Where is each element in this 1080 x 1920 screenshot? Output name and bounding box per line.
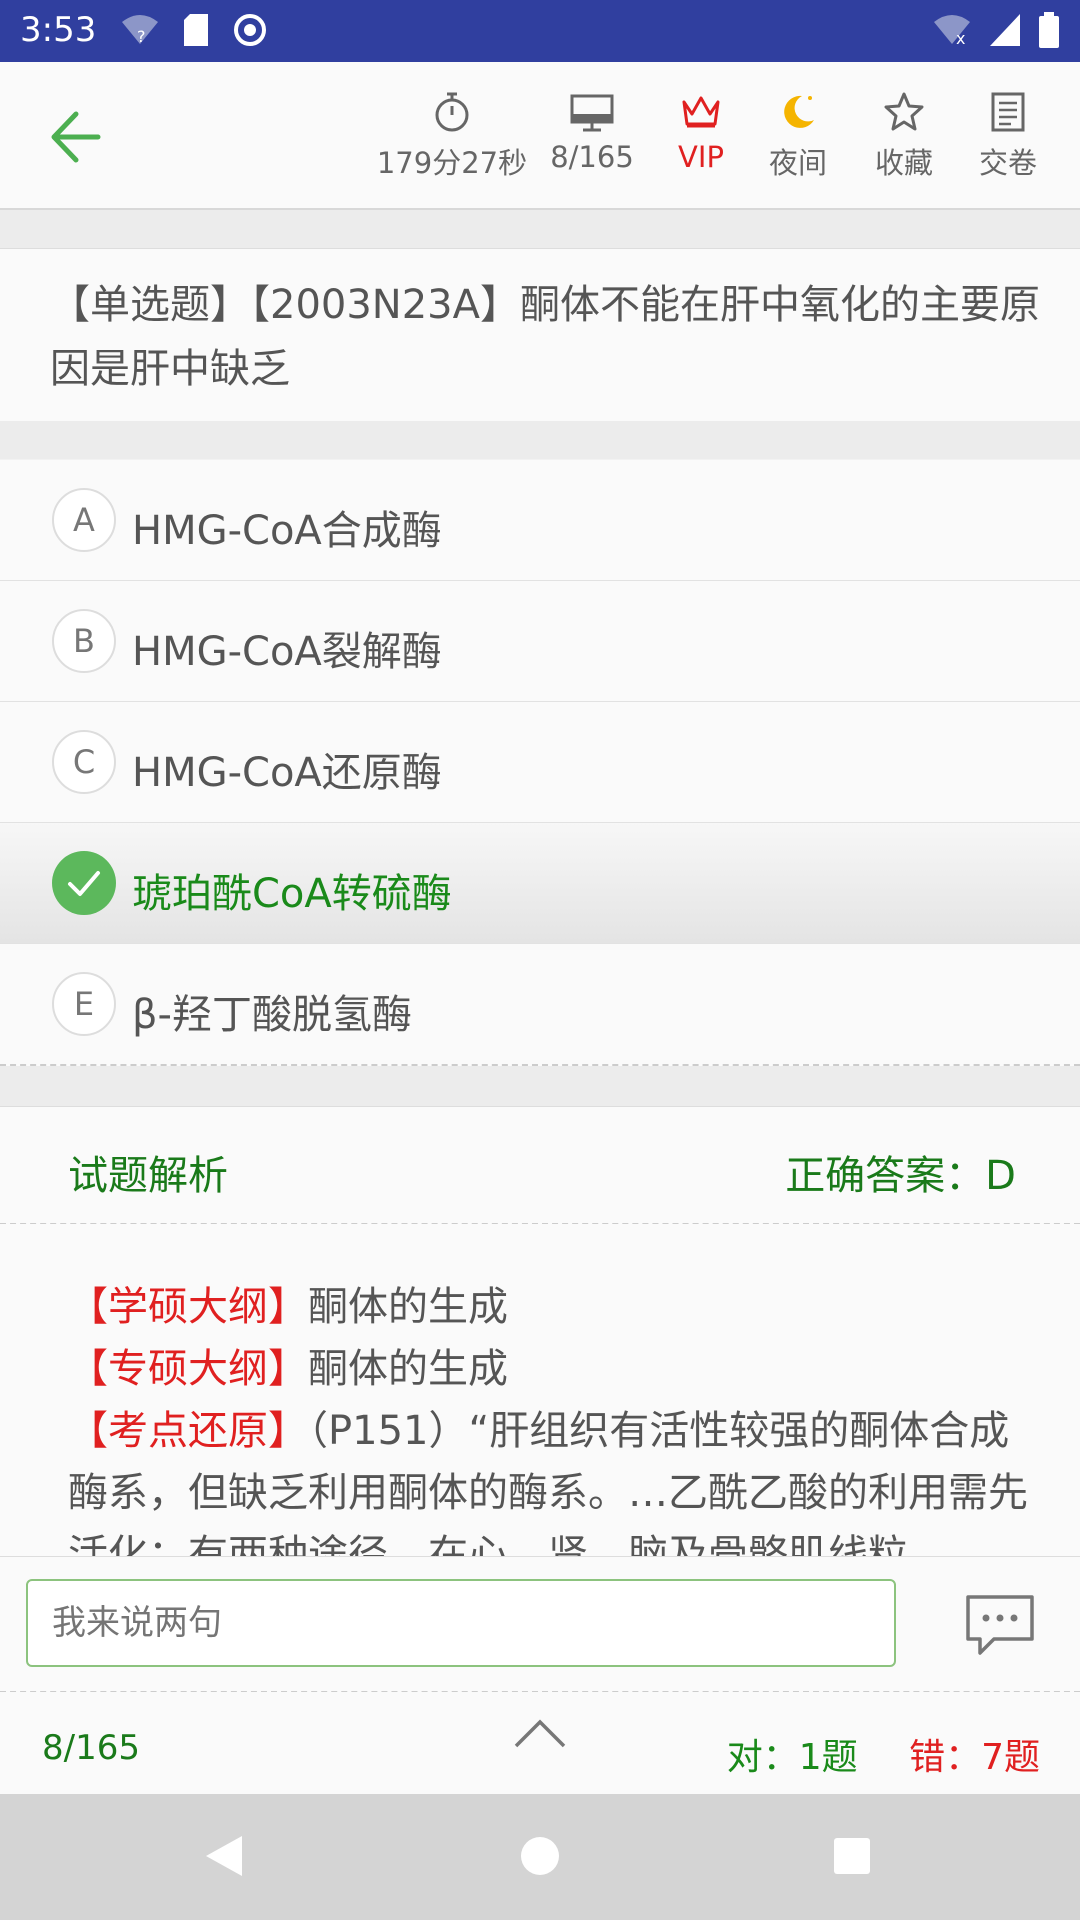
option-letter: A [52,488,116,552]
wrong-count: 错：7题 [909,1737,1040,1778]
moon-icon [784,95,814,128]
footer-progress[interactable]: 8/165 [42,1728,140,1768]
comment-icon[interactable] [964,1593,1036,1659]
option-e[interactable]: E β-羟丁酸脱氢酶 [0,944,1080,1066]
svg-text:?: ? [137,27,146,46]
correct-count: 对：1题 [726,1737,858,1778]
comment-bar [0,1556,1080,1693]
status-time: 3:53 [20,10,97,50]
crown-icon [682,96,720,128]
progress-label: 8/165 [550,140,634,174]
stopwatch-icon [435,92,469,132]
analysis-tag: 【学硕大纲】 [68,1284,308,1330]
back-nav-icon[interactable] [202,1832,246,1880]
top-toolbar: 179分27秒 8/165 VIP 夜间 收藏 交卷 [0,62,1080,210]
wifi-off-icon: x [934,15,970,48]
analysis-line: 【学硕大纲】酮体的生成 [68,1276,1030,1338]
svg-text:x: x [956,29,965,48]
correct-answer: 正确答案：D [785,1153,1016,1199]
recents-nav-icon[interactable] [830,1832,874,1880]
vip-label: VIP [678,140,724,174]
spacer [0,1066,1080,1106]
footer-bar: 8/165 对：1题 错：7题 [0,1692,1080,1794]
vip-button[interactable]: VIP [666,90,736,174]
score-summary: 对：1题 错：7题 [727,1728,1040,1780]
timer: 179分27秒 [372,90,532,182]
status-bar: 3:53 ? x [0,0,1080,62]
submit-label: 交卷 [978,146,1037,180]
back-arrow-icon[interactable] [46,102,116,172]
navigation-bar [0,1794,1080,1920]
option-c[interactable]: C HMG-CoA还原酶 [0,702,1080,823]
submit-button[interactable]: 交卷 [972,90,1044,182]
analysis-text: 酮体的生成 [308,1346,508,1392]
timer-label: 179分27秒 [376,146,528,180]
wifi-unknown-icon: ? [122,15,158,46]
chevron-up-icon[interactable] [512,1714,568,1750]
option-text: HMG-CoA裂解酶 [132,629,442,675]
analysis-title: 试题解析 [68,1153,228,1199]
option-text: 琥珀酰CoA转硫酶 [132,871,452,917]
option-d-selected[interactable]: 琥珀酰CoA转硫酶 [0,823,1080,944]
signal-icon [990,14,1020,46]
option-letter: C [52,730,116,794]
analysis-tag: 【考点还原】 [68,1408,308,1454]
comment-input[interactable] [26,1579,896,1667]
option-letter: E [52,972,116,1036]
spacer [0,210,1080,248]
star-icon [884,92,924,131]
analysis-text: 酮体的生成 [308,1284,508,1330]
night-mode-button[interactable]: 夜间 [762,90,834,182]
option-b[interactable]: B HMG-CoA裂解酶 [0,581,1080,702]
option-text: HMG-CoA合成酶 [132,508,442,554]
analysis-header: 试题解析 正确答案：D [0,1106,1080,1225]
sd-card-icon [184,14,208,46]
question-text: 【单选题】【2003N23A】酮体不能在肝中氧化的主要原因是肝中缺乏 [50,282,1040,392]
analysis-line: 【专硕大纲】酮体的生成 [68,1338,1030,1400]
progress-indicator[interactable]: 8/165 [540,90,644,174]
check-icon [52,851,116,915]
option-a[interactable]: A HMG-CoA合成酶 [0,460,1080,581]
question-card: 【单选题】【2003N23A】酮体不能在肝中氧化的主要原因是肝中缺乏 [0,248,1080,422]
option-text: β-羟丁酸脱氢酶 [132,992,412,1038]
sync-icon [234,14,266,46]
option-letter: B [52,609,116,673]
spacer [0,421,1080,459]
favorite-button[interactable]: 收藏 [868,90,940,182]
analysis-body: 【学硕大纲】酮体的生成 【专硕大纲】酮体的生成 【考点还原】（P151）“肝组织… [0,1224,1080,1556]
favorite-label: 收藏 [874,146,933,180]
analysis-line: 【考点还原】（P151）“肝组织有活性较强的酮体合成酶系，但缺乏利用酮体的酶系。… [68,1400,1030,1556]
night-label: 夜间 [768,146,827,180]
analysis-tag: 【专硕大纲】 [68,1346,308,1392]
battery-icon [1039,12,1059,48]
monitor-icon [570,94,614,132]
option-text: HMG-CoA还原酶 [132,750,442,796]
home-nav-icon[interactable] [518,1832,562,1880]
document-icon [991,92,1025,132]
